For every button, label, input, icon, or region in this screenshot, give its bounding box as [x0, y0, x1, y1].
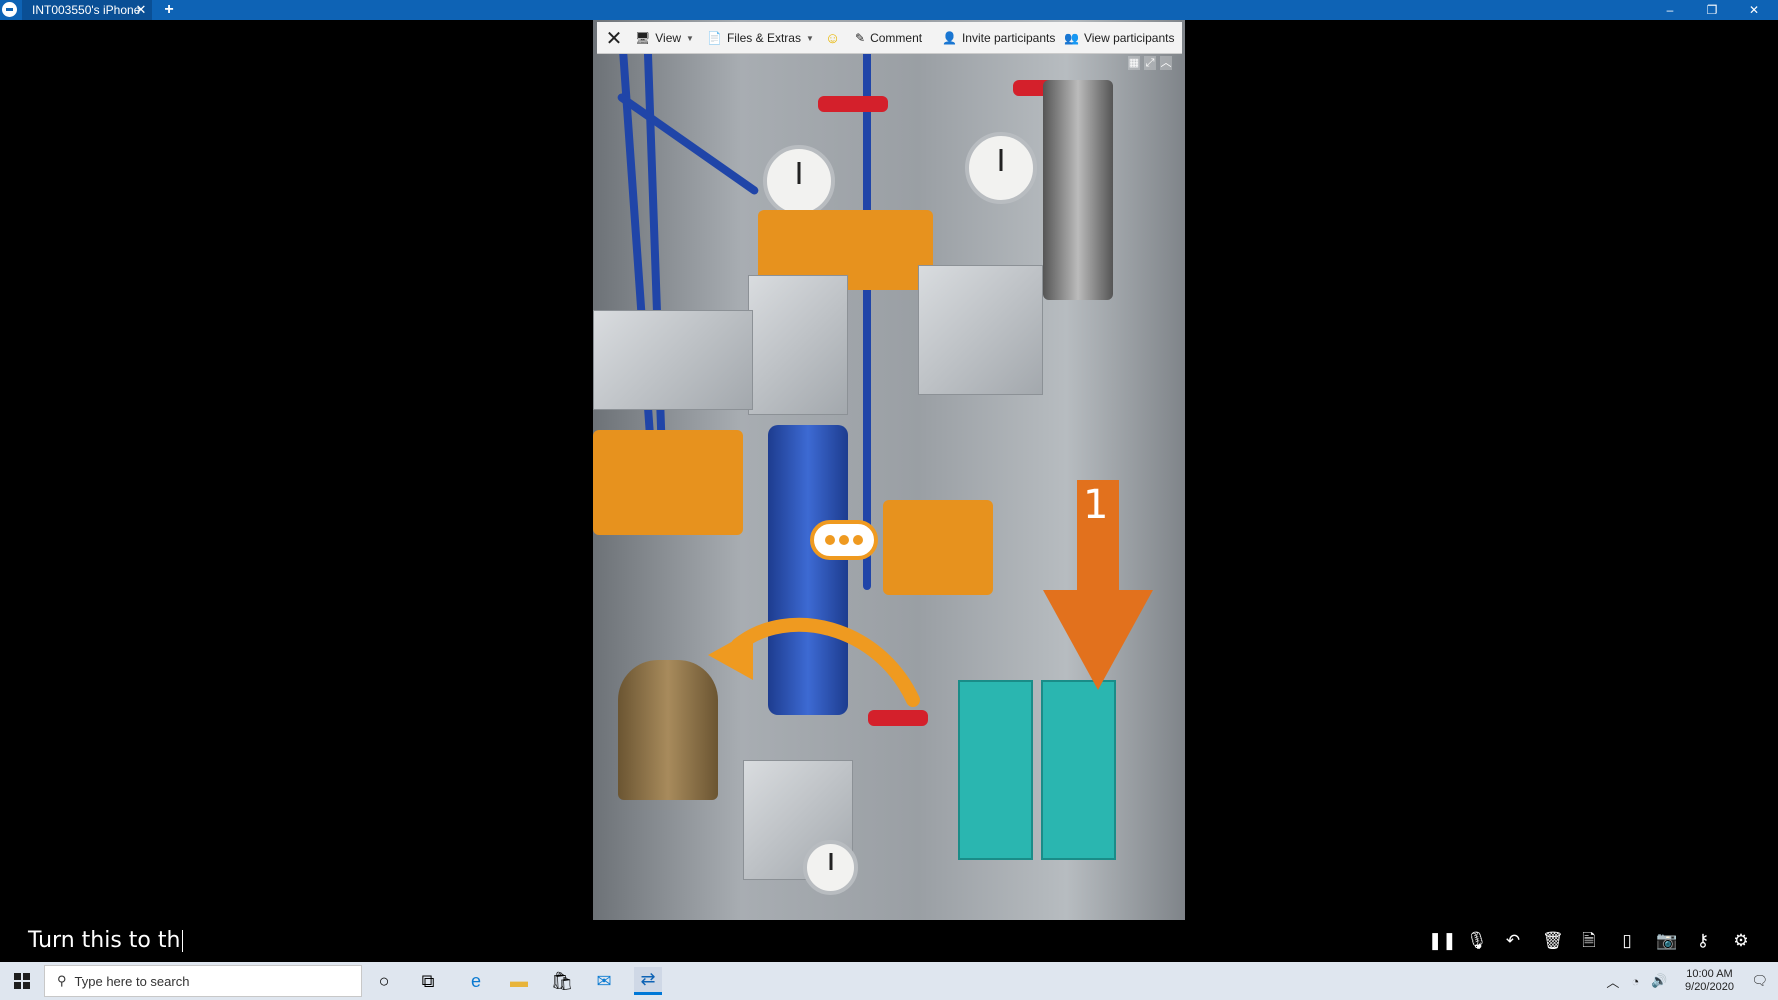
- clock-date: 9/20/2020: [1685, 981, 1734, 993]
- video-mini-controls: ▦ ⤢ ︿: [1128, 56, 1178, 72]
- camera-video-feed[interactable]: 1: [593, 20, 1185, 920]
- close-session-icon[interactable]: ✕: [603, 22, 625, 54]
- mail-icon[interactable]: ✉: [590, 967, 618, 995]
- valve-block: [918, 265, 1043, 395]
- view-label: View: [655, 31, 682, 45]
- clock[interactable]: 10:00 AM 9/20/2020: [1679, 968, 1739, 994]
- volume-icon[interactable]: 🔊: [1651, 973, 1667, 989]
- flashlight-icon[interactable]: ⚷: [1694, 930, 1712, 952]
- pause-icon[interactable]: ❚❚: [1428, 930, 1457, 952]
- remote-support-window: INT003550's iPhone ✕ + – ❐ ✕ 1 ✕ 🖥 View …: [0, 0, 1778, 1000]
- fullscreen-icon[interactable]: ⤢: [1144, 56, 1156, 70]
- pressure-gauge: [763, 145, 835, 217]
- taskbar-search-input[interactable]: ⚲ Type here to search: [44, 965, 362, 997]
- file-explorer-icon[interactable]: ▬: [505, 967, 533, 995]
- comment-edit-icon: ✎: [855, 31, 866, 45]
- system-tray: ︿ ◔ 🔊 10:00 AM 9/20/2020 🗨: [1606, 962, 1778, 1000]
- session-toolbar: ✕ 🖥 View ▼ 📄 Files & Extras ▼ ☺ ✎ Commen…: [597, 22, 1182, 54]
- file-icon: 📄: [707, 31, 722, 45]
- chevron-down-icon: ▼: [805, 33, 814, 43]
- add-user-icon: 👤: [942, 31, 957, 45]
- start-button[interactable]: [0, 962, 44, 1000]
- view-participants-button[interactable]: 👥 View participants: [1064, 22, 1174, 54]
- rotate-annotation-arrow: [708, 617, 920, 707]
- dot-icon: [839, 535, 849, 545]
- orange-actuator: [593, 430, 743, 535]
- chevron-up-icon[interactable]: ︿: [1160, 56, 1172, 70]
- undo-icon[interactable]: ↶: [1504, 930, 1522, 952]
- io-module: [958, 680, 1033, 860]
- monitor-icon: 🖥: [635, 31, 651, 45]
- red-valve-lever: [868, 710, 928, 726]
- blue-hose: [863, 50, 871, 590]
- text-cursor: [182, 930, 184, 952]
- view-menu-button[interactable]: 🖥 View ▼: [635, 22, 694, 54]
- view-participants-label: View participants: [1083, 31, 1175, 45]
- cortana-icon[interactable]: ○: [370, 967, 398, 995]
- teamviewer-taskbar-icon[interactable]: ⇄: [634, 967, 662, 995]
- title-bar: INT003550's iPhone ✕ + – ❐ ✕: [0, 0, 1778, 20]
- dot-icon: [825, 535, 835, 545]
- teamviewer-app-icon: [2, 2, 17, 17]
- orange-actuator: [883, 500, 993, 595]
- add-tab-icon[interactable]: +: [160, 0, 178, 20]
- session-tab-label: INT003550's iPhone: [32, 3, 141, 17]
- emoji-button[interactable]: ☺: [825, 22, 840, 54]
- arrow-number-label: 1: [1083, 482, 1109, 528]
- comment-button[interactable]: ✎ Comment: [855, 22, 922, 54]
- store-icon[interactable]: 🛍: [548, 967, 576, 995]
- comment-bubble-annotation[interactable]: [810, 520, 878, 560]
- task-view-icon[interactable]: ⧉: [414, 967, 442, 995]
- windows-logo-icon: [14, 973, 30, 989]
- valve-block: [748, 275, 848, 415]
- dot-icon: [853, 535, 863, 545]
- network-icon[interactable]: ◔: [1631, 974, 1639, 989]
- comment-label: Comment: [870, 31, 923, 45]
- delete-icon[interactable]: 🗑: [1542, 930, 1564, 952]
- search-placeholder: Type here to search: [74, 973, 190, 989]
- phone-icon[interactable]: ▯: [1618, 930, 1636, 952]
- annotation-tools: ❚❚ 🎙 ↶ 🗑 🗎 ▯ 📷 ⚷ ⚙: [1428, 930, 1750, 952]
- settings-sliders-icon[interactable]: ⚙: [1732, 930, 1750, 952]
- pipe-manifold: [593, 310, 753, 410]
- restore-button[interactable]: ❐: [1692, 0, 1732, 20]
- participants-icon: 👥: [1064, 31, 1079, 45]
- chevron-down-icon: ▼: [686, 33, 694, 43]
- windows-taskbar: ⚲ Type here to search ○ ⧉ e ▬ 🛍 ✉ ⇄ ︿ ◔ …: [0, 962, 1778, 1000]
- files-extras-label: Files & Extras: [726, 31, 801, 45]
- tab-close-icon[interactable]: ✕: [133, 0, 149, 20]
- clock-time: 10:00 AM: [1686, 968, 1733, 980]
- chevron-up-icon[interactable]: ︿: [1606, 972, 1619, 991]
- camera-icon[interactable]: 📷: [1656, 930, 1677, 952]
- notification-icon[interactable]: 🗨: [1751, 973, 1768, 989]
- close-window-button[interactable]: ✕: [1734, 0, 1774, 20]
- microphone-muted-icon[interactable]: 🎙: [1466, 930, 1488, 952]
- minimize-button[interactable]: –: [1650, 0, 1690, 20]
- edge-browser-icon[interactable]: e: [462, 967, 490, 995]
- red-valve-lever: [818, 96, 888, 112]
- invite-participants-label: Invite participants: [961, 31, 1056, 45]
- pneumatic-cylinder: [1043, 80, 1113, 300]
- smiley-icon: ☺: [825, 29, 841, 47]
- io-module: [1041, 680, 1116, 860]
- document-icon[interactable]: 🗎: [1580, 930, 1598, 952]
- grid-icon[interactable]: ▦: [1128, 56, 1140, 70]
- search-icon: ⚲: [57, 973, 67, 988]
- comment-input-field[interactable]: Turn this to th: [28, 928, 184, 953]
- pressure-gauge: [965, 132, 1037, 204]
- files-extras-menu-button[interactable]: 📄 Files & Extras ▼: [707, 22, 814, 54]
- comment-input-text: Turn this to th: [28, 928, 181, 953]
- invite-participants-button[interactable]: 👤 Invite participants: [942, 22, 1055, 54]
- pressure-gauge: [803, 840, 858, 895]
